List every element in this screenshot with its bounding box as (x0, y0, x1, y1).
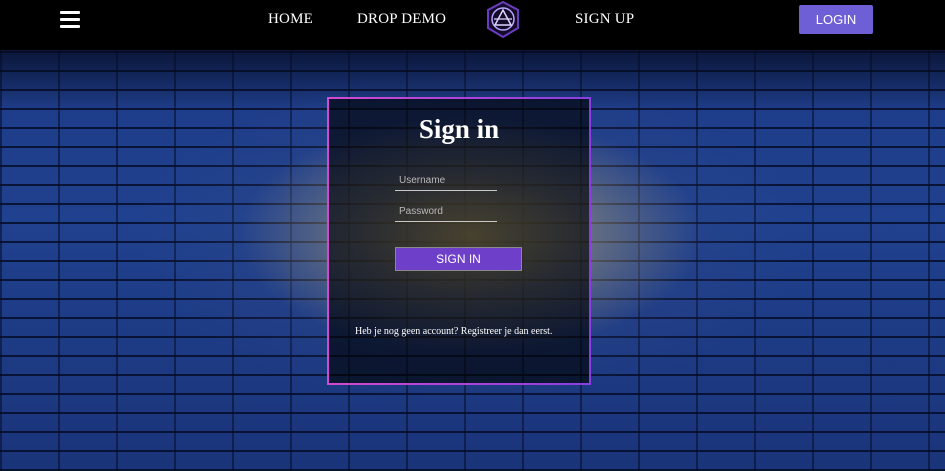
sign-in-title: Sign in (418, 114, 500, 144)
login-button[interactable]: LOGIN (799, 5, 873, 34)
nav-drop-demo-link[interactable]: DROP DEMO (357, 11, 446, 28)
password-input[interactable] (395, 202, 497, 222)
brand-logo-icon[interactable] (482, 0, 524, 40)
top-navigation-bar: HOME DROP DEMO SIGN UP LOGIN (0, 0, 945, 50)
nav-home-link[interactable]: HOME (268, 11, 313, 28)
hamburger-menu-icon[interactable] (60, 10, 80, 30)
sign-in-card: Sign in SIGN IN Heb je nog geen account?… (327, 97, 591, 385)
register-prompt-text[interactable]: Heb je nog geen account? Registreer je d… (355, 325, 555, 338)
sign-in-button[interactable]: SIGN IN (395, 247, 522, 271)
nav-sign-up-link[interactable]: SIGN UP (575, 11, 634, 28)
username-input[interactable] (395, 171, 497, 191)
